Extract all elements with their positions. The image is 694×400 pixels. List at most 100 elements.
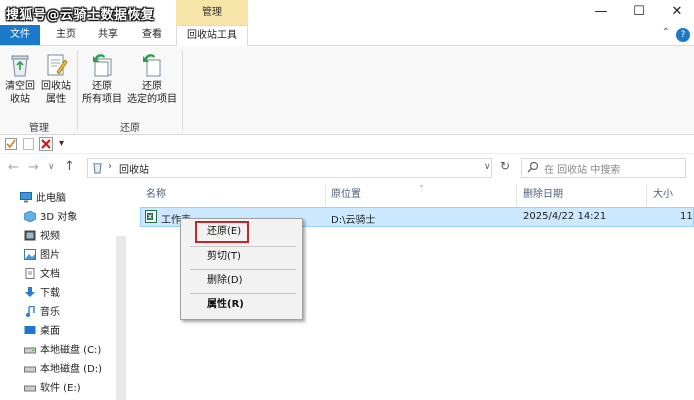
restore-all-label-2: 所有项目 (82, 94, 122, 105)
ribbon-group-restore: 还原 (120, 123, 140, 134)
restore-highlight-box (195, 221, 249, 243)
delete-x-icon[interactable] (39, 137, 53, 151)
nav-item-desktop[interactable]: 桌面 (24, 322, 60, 341)
nav-item-local-disk-c[interactable]: 本地磁盘 (C:) (24, 341, 101, 360)
file-deleted-date: 2025/4/22 14:21 (523, 211, 607, 222)
nav-label: 音乐 (40, 307, 60, 318)
nav-label: 3D 对象 (40, 212, 78, 223)
column-header-original-location[interactable]: 原位置 (331, 186, 361, 204)
nav-item-downloads[interactable]: 下载 (24, 284, 60, 303)
restore-selected-icon (139, 52, 165, 78)
tab-view[interactable]: 查看 (134, 25, 170, 45)
nav-label: 图片 (40, 250, 60, 261)
close-button[interactable]: ✕ (660, 0, 694, 25)
restore-all-icon (89, 52, 115, 78)
nav-label: 文档 (40, 269, 60, 280)
recent-locations-chevron-icon[interactable]: ∨ (48, 162, 55, 172)
nav-label: 下载 (40, 288, 60, 299)
search-icon (527, 161, 539, 173)
hard-drive-icon (24, 362, 36, 373)
search-placeholder: 在 回收站 中搜索 (544, 165, 621, 176)
bin-props-label-1: 回收站 (41, 81, 71, 92)
qat-dropdown-icon[interactable]: ▾ (59, 138, 64, 149)
address-separator[interactable]: › (108, 161, 112, 172)
properties-icon (43, 52, 69, 78)
ribbon-collapse-icon[interactable]: ⌃ (662, 27, 670, 38)
menu-item-cut[interactable]: 剪切(T) (207, 247, 241, 267)
menu-separator (190, 269, 296, 270)
bin-props-label-2: 属性 (46, 94, 66, 105)
nav-label: 软件 (E:) (40, 383, 81, 394)
nav-item-videos[interactable]: 视频 (24, 227, 60, 246)
empty-bin-label-1: 清空回 (5, 81, 35, 92)
document-icon (24, 267, 36, 279)
nav-scrollbar[interactable] (116, 236, 126, 400)
column-divider[interactable] (325, 184, 326, 206)
maximize-button[interactable]: ☐ (622, 0, 656, 25)
menu-item-delete[interactable]: 删除(D) (207, 271, 243, 291)
quick-access-toolbar (0, 135, 694, 154)
menu-item-properties[interactable]: 属性(R) (207, 295, 244, 315)
column-header-deleted-date[interactable]: 删除日期 (523, 186, 563, 204)
video-icon (24, 229, 36, 241)
nav-label: 本地磁盘 (C:) (40, 345, 102, 356)
file-original-location: D:\云骑士 (331, 215, 376, 226)
watermark-text: 搜狐号@云骑士数据恢复 (6, 8, 155, 23)
nav-label: 此电脑 (36, 193, 66, 204)
nav-item-music[interactable]: 音乐 (24, 303, 60, 322)
restore-selected-label-2: 选定的项目 (127, 94, 177, 105)
recycle-bin-icon (7, 52, 33, 78)
new-folder-icon[interactable] (23, 138, 34, 150)
menu-separator (190, 246, 296, 247)
nav-item-3d-objects[interactable]: 3D 对象 (23, 208, 78, 227)
back-arrow-icon[interactable]: ← (8, 160, 19, 175)
column-header-name[interactable]: 名称 (146, 186, 166, 204)
restore-all-items-button[interactable]: 还原 所有项目 (80, 52, 124, 106)
hard-drive-icon (24, 343, 36, 354)
address-location[interactable]: 回收站 (119, 161, 149, 176)
computer-icon (20, 191, 32, 203)
ribbon-group-divider (77, 50, 78, 130)
refresh-button[interactable]: ↻ (500, 159, 510, 173)
forward-arrow-icon[interactable]: → (28, 160, 39, 175)
nav-label: 桌面 (40, 326, 60, 337)
download-arrow-icon (24, 286, 36, 297)
cube-icon (23, 210, 37, 223)
desktop-icon (24, 324, 36, 335)
restore-selected-items-button[interactable]: 还原 选定的项目 (124, 52, 180, 106)
empty-bin-label-2: 收站 (10, 94, 30, 105)
tab-home[interactable]: 主页 (48, 25, 84, 45)
nav-item-software-e[interactable]: 软件 (E:) (24, 379, 81, 398)
ribbon-group-divider (182, 50, 183, 130)
nav-item-documents[interactable]: 文档 (24, 265, 60, 284)
nav-label: 本地磁盘 (D:) (40, 364, 103, 375)
recycle-bin-small-icon (91, 161, 104, 174)
nav-item-local-disk-d[interactable]: 本地磁盘 (D:) (24, 360, 102, 379)
menu-separator (190, 293, 296, 294)
restore-selected-label-1: 还原 (142, 81, 162, 92)
manage-context-tab[interactable]: 管理 (176, 0, 248, 25)
restore-all-label-1: 还原 (92, 81, 112, 92)
up-arrow-icon[interactable]: ↑ (64, 159, 75, 174)
tab-recycle-bin-tools[interactable]: 回收站工具 (176, 25, 248, 46)
tab-file[interactable]: 文件 (0, 25, 40, 45)
column-divider[interactable] (646, 184, 647, 206)
file-size: 11 (680, 211, 693, 222)
column-divider[interactable] (516, 184, 517, 206)
music-note-icon (24, 305, 36, 317)
tab-share[interactable]: 共享 (90, 25, 126, 45)
recycle-bin-properties-button[interactable]: 回收站 属性 (38, 52, 74, 106)
picture-icon (24, 248, 36, 260)
column-header-size[interactable]: 大小 (653, 186, 673, 204)
properties-check-icon[interactable] (5, 138, 17, 150)
nav-item-pictures[interactable]: 图片 (24, 246, 60, 265)
empty-recycle-bin-button[interactable]: 清空回 收站 (2, 52, 38, 106)
hard-drive-icon (24, 381, 36, 392)
help-icon[interactable]: ? (676, 28, 690, 42)
address-dropdown-icon[interactable]: ∨ (484, 162, 491, 172)
sort-indicator-icon: ⌄ (418, 180, 425, 189)
excel-file-icon (145, 210, 157, 223)
nav-item-this-pc[interactable]: 此电脑 (20, 189, 66, 208)
minimize-button[interactable]: — (584, 0, 618, 25)
ribbon-group-manage: 管理 (29, 123, 49, 134)
